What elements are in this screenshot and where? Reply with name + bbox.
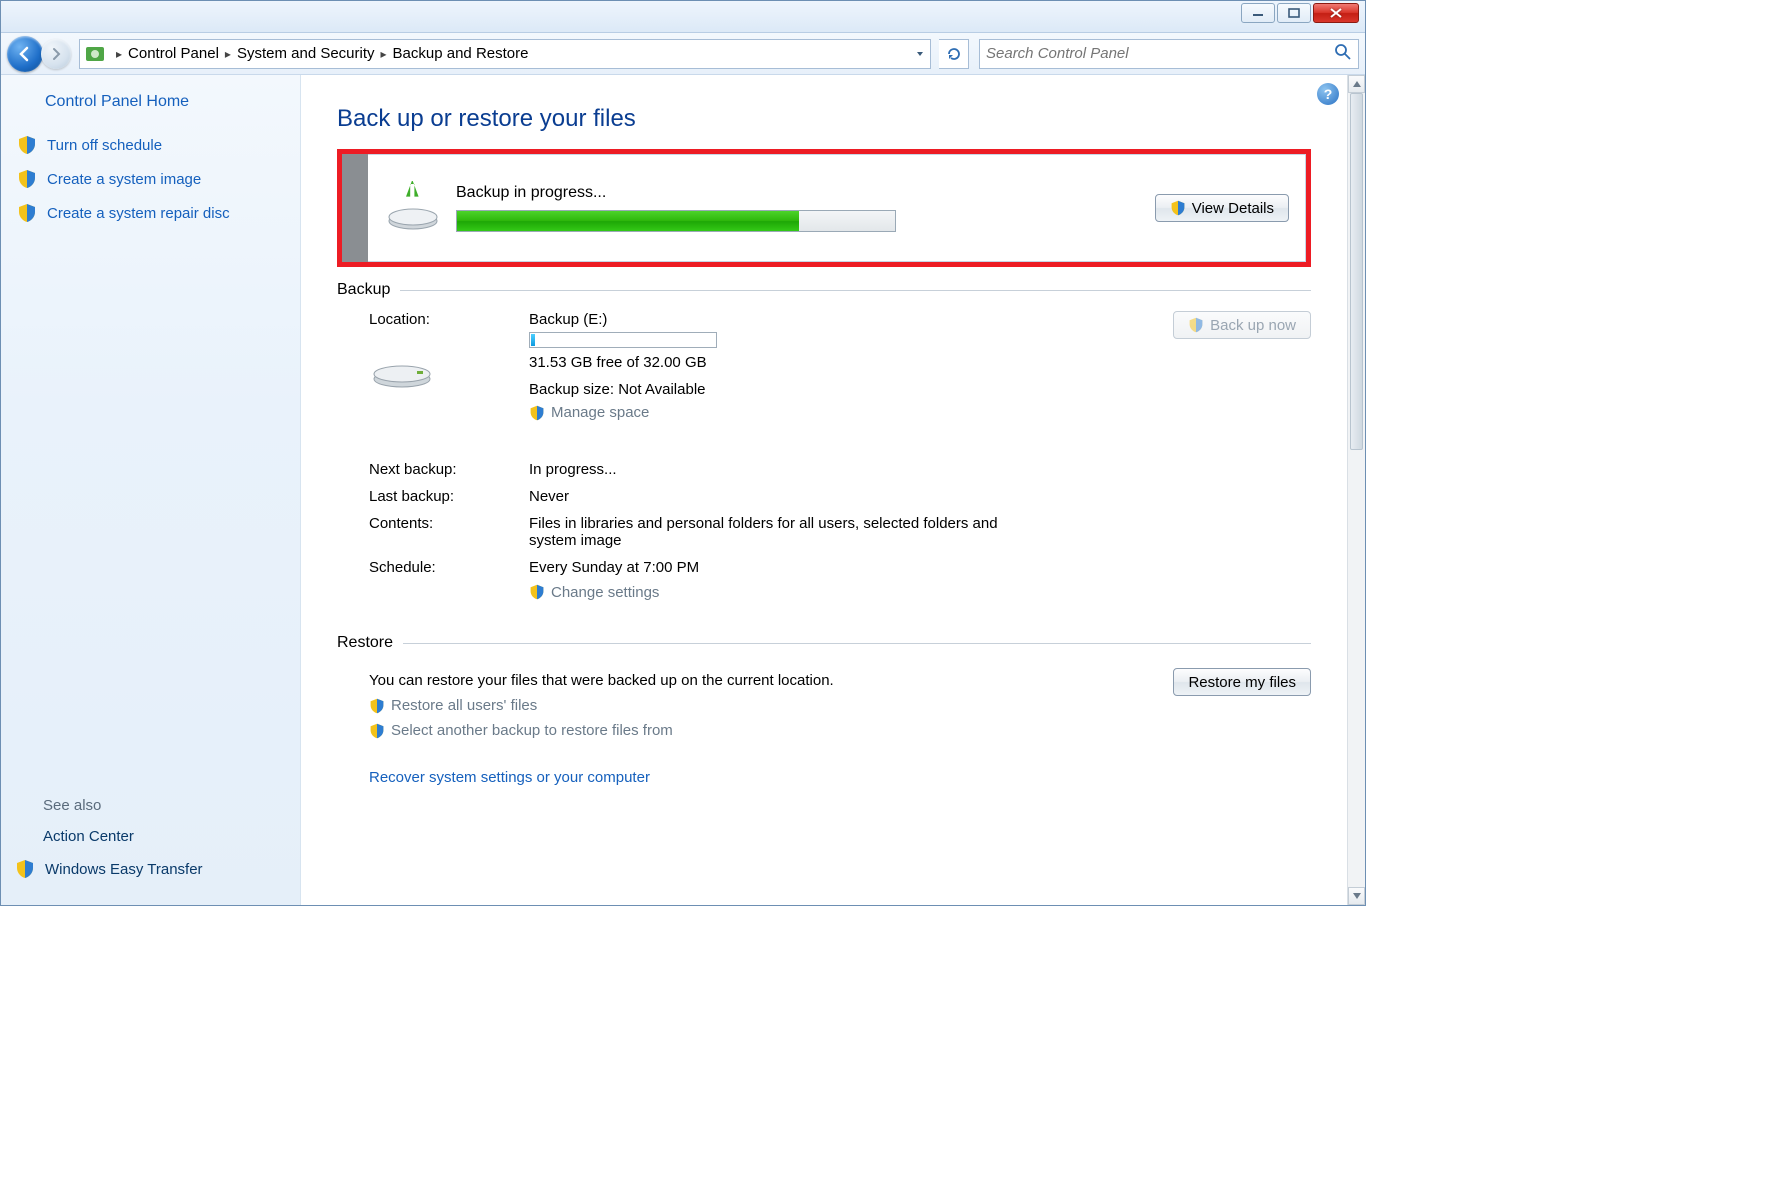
- refresh-button[interactable]: [939, 39, 969, 69]
- back-up-now-button[interactable]: Back up now: [1173, 311, 1311, 339]
- restore-description: You can restore your files that were bac…: [369, 672, 1173, 689]
- chevron-right-icon: ▸: [116, 47, 122, 61]
- shield-icon: [17, 169, 37, 189]
- control-panel-home-link[interactable]: Control Panel Home: [45, 93, 286, 111]
- create-system-image-link[interactable]: Create a system image: [17, 169, 286, 189]
- control-panel-icon: [84, 43, 106, 65]
- shield-icon: [529, 584, 545, 600]
- help-icon[interactable]: ?: [1317, 83, 1339, 105]
- disk-free-text: 31.53 GB free of 32.00 GB: [529, 354, 1049, 371]
- shield-icon: [369, 723, 385, 739]
- change-settings-link[interactable]: Change settings: [529, 584, 659, 601]
- breadcrumb-item-system-security[interactable]: System and Security: [237, 45, 375, 62]
- divider: [403, 643, 1311, 644]
- view-details-button[interactable]: View Details: [1155, 194, 1289, 222]
- scrollbar-thumb[interactable]: [1350, 93, 1363, 450]
- shield-icon: [529, 405, 545, 421]
- action-center-link[interactable]: Action Center: [43, 828, 203, 845]
- sidebar: Control Panel Home Turn off schedule Cre…: [1, 75, 301, 905]
- create-repair-disc-link[interactable]: Create a system repair disc: [17, 203, 286, 223]
- restore-all-users-link[interactable]: Restore all users' files: [369, 697, 1173, 714]
- chevron-right-icon: ▸: [225, 47, 231, 61]
- breadcrumb[interactable]: ▸ Control Panel ▸ System and Security ▸ …: [79, 39, 931, 69]
- sidebar-item-label: Windows Easy Transfer: [45, 861, 203, 878]
- sidebar-item-label: Create a system image: [47, 171, 201, 188]
- link-label: Restore all users' files: [391, 697, 537, 714]
- location-value: Backup (E:): [529, 311, 1049, 328]
- next-backup-label: Next backup:: [369, 461, 529, 478]
- backup-progress-panel: Backup in progress... View Details: [337, 149, 1311, 267]
- contents-value: Files in libraries and personal folders …: [529, 515, 1009, 549]
- search-input[interactable]: [986, 45, 1334, 62]
- shield-icon: [1188, 317, 1204, 333]
- manage-space-link[interactable]: Manage space: [529, 404, 649, 421]
- breadcrumb-dropdown[interactable]: [910, 40, 930, 68]
- navigation-bar: ▸ Control Panel ▸ System and Security ▸ …: [1, 33, 1365, 75]
- close-button[interactable]: [1313, 3, 1359, 23]
- page-title: Back up or restore your files: [337, 105, 1311, 133]
- divider: [400, 290, 1311, 291]
- drive-icon: [369, 349, 435, 393]
- backup-status-text: Backup in progress...: [456, 184, 1155, 202]
- contents-label: Contents:: [369, 515, 529, 549]
- content-pane: ? Back up or restore your files Backup i…: [301, 75, 1347, 905]
- button-label: Restore my files: [1188, 674, 1296, 691]
- panel-accent-stripe: [342, 154, 368, 262]
- shield-icon: [17, 203, 37, 223]
- next-backup-value: In progress...: [529, 461, 1049, 478]
- forward-button[interactable]: [41, 39, 71, 69]
- scroll-up-button[interactable]: [1348, 75, 1365, 93]
- restore-my-files-button[interactable]: Restore my files: [1173, 668, 1311, 696]
- schedule-value: Every Sunday at 7:00 PM: [529, 559, 1049, 576]
- shield-icon: [369, 698, 385, 714]
- sidebar-item-label: Create a system repair disc: [47, 205, 230, 222]
- search-box[interactable]: [979, 39, 1359, 69]
- maximize-button[interactable]: [1277, 3, 1311, 23]
- button-label: Back up now: [1210, 317, 1296, 334]
- recover-system-settings-link[interactable]: Recover system settings or your computer: [369, 769, 1311, 786]
- restore-section-header: Restore: [337, 634, 1311, 652]
- last-backup-label: Last backup:: [369, 488, 529, 505]
- search-icon[interactable]: [1334, 43, 1352, 65]
- turn-off-schedule-link[interactable]: Turn off schedule: [17, 135, 286, 155]
- shield-icon: [1170, 200, 1186, 216]
- back-button[interactable]: [7, 36, 43, 72]
- backup-progress-bar: [456, 210, 896, 232]
- sidebar-item-label: Turn off schedule: [47, 137, 162, 154]
- windows-easy-transfer-link[interactable]: Windows Easy Transfer: [15, 859, 203, 879]
- shield-icon: [15, 859, 35, 879]
- link-label: Change settings: [551, 584, 659, 601]
- vertical-scrollbar[interactable]: [1347, 75, 1365, 905]
- shield-icon: [17, 135, 37, 155]
- button-label: View Details: [1192, 200, 1274, 217]
- last-backup-value: Never: [529, 488, 1049, 505]
- chevron-right-icon: ▸: [381, 47, 387, 61]
- breadcrumb-item-backup-restore[interactable]: Backup and Restore: [393, 45, 529, 62]
- minimize-button[interactable]: [1241, 3, 1275, 23]
- scrollbar-track[interactable]: [1348, 93, 1365, 887]
- link-label: Select another backup to restore files f…: [391, 722, 673, 739]
- disk-usage-bar: [529, 332, 717, 348]
- scroll-down-button[interactable]: [1348, 887, 1365, 905]
- schedule-label: Schedule:: [369, 559, 529, 605]
- backup-section-header: Backup: [337, 281, 1311, 299]
- disk-usage-bar-fill: [531, 334, 535, 346]
- backup-progress-bar-fill: [457, 211, 799, 231]
- section-label: Restore: [337, 634, 393, 652]
- window-titlebar: [1, 1, 1365, 33]
- backup-drive-icon: [384, 181, 442, 235]
- section-label: Backup: [337, 281, 390, 299]
- see-also-header: See also: [43, 797, 203, 814]
- select-another-backup-link[interactable]: Select another backup to restore files f…: [369, 722, 1173, 739]
- link-label: Manage space: [551, 404, 649, 421]
- breadcrumb-item-control-panel[interactable]: Control Panel: [128, 45, 219, 62]
- backup-size-text: Backup size: Not Available: [529, 381, 1049, 398]
